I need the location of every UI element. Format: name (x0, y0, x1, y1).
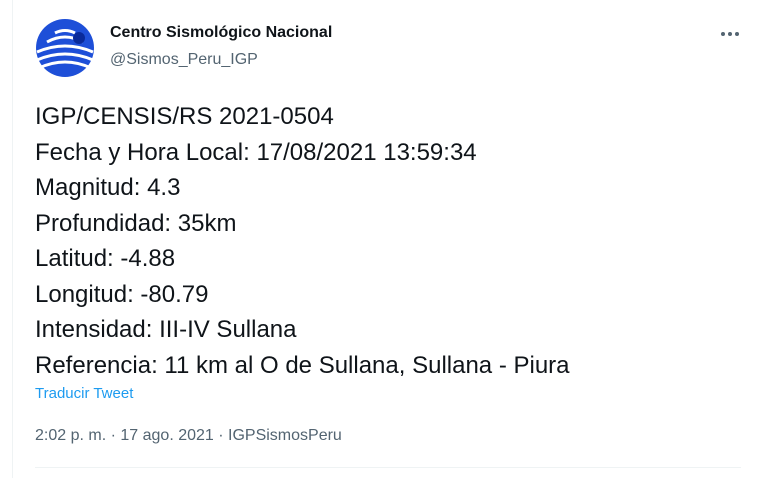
tweet-line-datetime: Fecha y Hora Local: 17/08/2021 13:59:34 (35, 138, 477, 166)
author-name[interactable]: Centro Sismológico Nacional (110, 24, 332, 42)
translate-tweet-link[interactable]: Traducir Tweet (35, 385, 133, 402)
tweet-date[interactable]: 17 ago. 2021 (120, 427, 213, 444)
author-handle[interactable]: @Sismos_Peru_IGP (110, 51, 258, 69)
tweet-line-longitude: Longitud: -80.79 (35, 280, 209, 308)
tweet-line-reference: Referencia: 11 km al O de Sullana, Sulla… (35, 351, 570, 379)
tweet-source[interactable]: IGPSismosPeru (228, 427, 342, 444)
tweet-line-magnitude: Magnitud: 4.3 (35, 174, 181, 201)
more-options-button[interactable] (715, 22, 745, 46)
igp-logo-icon (35, 18, 95, 78)
tweet-card: Centro Sismológico Nacional @Sismos_Peru… (12, 0, 762, 478)
tweet-time[interactable]: 2:02 p. m. (35, 427, 106, 444)
tweet-line-latitude: Latitud: -4.88 (35, 245, 176, 272)
meta-separator: · (213, 427, 229, 444)
divider (35, 467, 741, 468)
tweet-line-depth: Profundidad: 35km (35, 209, 237, 237)
tweet-line-intensity: Intensidad: III-IV Sullana (35, 316, 297, 343)
tweet-text: IGP/CENSIS/RS 2021-0504 Fecha y Hora Loc… (35, 99, 755, 383)
tweet-line-report-id: IGP/CENSIS/RS 2021-0504 (35, 103, 334, 130)
tweet-metadata: 2:02 p. m. · 17 ago. 2021 · IGPSismosPer… (35, 427, 342, 445)
meta-separator: · (106, 427, 121, 444)
avatar[interactable] (35, 18, 95, 78)
more-options-icon (721, 32, 739, 36)
